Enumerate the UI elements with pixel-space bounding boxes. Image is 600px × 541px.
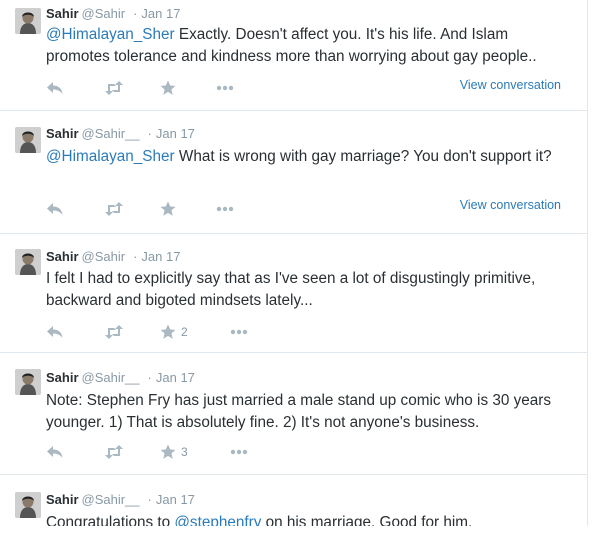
star-icon (160, 201, 176, 216)
tweet-actions: 3 (46, 442, 576, 462)
tweet-body-end: on his marriage. Good for him. (261, 514, 473, 526)
avatar-image (15, 127, 41, 153)
avatar[interactable] (15, 492, 41, 518)
favorite-button[interactable] (160, 199, 176, 219)
retweet-button[interactable] (104, 442, 124, 462)
avatar[interactable] (15, 249, 41, 275)
reply-button[interactable] (46, 322, 64, 342)
reply-icon (47, 82, 63, 94)
tweet-header: Sahir @Sahir__ · Jan 17 (46, 370, 195, 386)
tweet-body: Congratulations to (46, 514, 175, 526)
tweet-timestamp[interactable]: Jan 17 (156, 370, 195, 385)
retweet-icon (105, 202, 123, 216)
user-handle[interactable]: @Sahir__ (82, 126, 140, 141)
avatar-image (15, 369, 41, 395)
tweet-timestamp[interactable]: Jan 17 (156, 126, 195, 141)
tweet-text: Note: Stephen Fry has just married a mal… (46, 392, 552, 431)
tweet-timestamp[interactable]: Jan 17 (141, 249, 180, 264)
tweet-text: @Himalayan_Sher Exactly. Doesn't affect … (46, 24, 576, 68)
retweet-button[interactable] (104, 199, 124, 219)
mention-link[interactable]: @Himalayan_Sher (46, 26, 175, 43)
more-button[interactable] (216, 78, 234, 98)
separator: · (147, 126, 152, 141)
tweet-timeline: Sahir @Sahir · Jan 17 @Himalayan_Sher Exact… (0, 0, 588, 526)
reply-button[interactable] (46, 199, 64, 219)
tweet[interactable]: Sahir @Sahir__ · Jan 17 @Himalayan_Sher Wha… (0, 111, 587, 234)
separator: · (147, 492, 152, 507)
avatar[interactable] (15, 369, 41, 395)
separator: · (133, 6, 138, 21)
favorite-button[interactable] (160, 78, 176, 98)
star-icon (160, 80, 176, 95)
reply-icon (47, 326, 63, 338)
more-icon (230, 449, 248, 455)
tweet-actions: 2 (46, 322, 576, 342)
retweet-icon (105, 81, 123, 95)
user-handle[interactable]: @Sahir__ (82, 370, 140, 385)
star-icon (160, 444, 176, 459)
user-name[interactable]: Sahir (46, 492, 79, 507)
more-icon (216, 85, 234, 91)
favorite-count: 2 (181, 325, 188, 339)
user-name[interactable]: Sahir (46, 370, 79, 385)
separator: · (147, 370, 152, 385)
more-icon (216, 206, 234, 212)
user-handle[interactable]: @Sahir__ (82, 492, 140, 507)
tweet-text: I felt I had to explicitly say that as I… (46, 270, 536, 309)
reply-button[interactable] (46, 442, 64, 462)
retweet-icon (105, 325, 123, 339)
favorite-button[interactable]: 3 (160, 442, 188, 462)
tweet[interactable]: Sahir @Sahir__ · Jan 17 Congratulations to … (0, 475, 587, 526)
mention-link[interactable]: @stephenfry (174, 514, 261, 526)
user-name[interactable]: Sahir (46, 249, 79, 264)
tweet-header: Sahir @Sahir__ · Jan 17 (46, 126, 195, 142)
tweet-header: Sahir @Sahir__ · Jan 17 (46, 492, 195, 508)
tweet-actions: View conversation (46, 78, 576, 98)
reply-icon (47, 446, 63, 458)
tweet-header: Sahir @Sahir · Jan 17 (46, 6, 180, 22)
more-icon (230, 329, 248, 335)
tweet-body: What is wrong with gay marriage? You don… (174, 148, 552, 165)
tweet-header: Sahir @Sahir · Jan 17 (46, 249, 180, 265)
view-conversation-link[interactable]: View conversation (460, 197, 561, 213)
tweet[interactable]: Sahir @Sahir · Jan 17 I felt I had to expli… (0, 234, 587, 353)
user-name[interactable]: Sahir (46, 126, 79, 141)
avatar[interactable] (15, 127, 41, 153)
more-button[interactable] (230, 322, 248, 342)
mention-link[interactable]: @Himalayan_Sher (46, 148, 175, 165)
tweet[interactable]: Sahir @Sahir · Jan 17 @Himalayan_Sher Exact… (0, 0, 587, 111)
retweet-button[interactable] (104, 78, 124, 98)
user-handle[interactable]: @Sahir (82, 6, 126, 21)
tweet[interactable]: Sahir @Sahir__ · Jan 17 Note: Stephen Fry h… (0, 353, 587, 475)
favorite-button[interactable]: 2 (160, 322, 188, 342)
reply-button[interactable] (46, 78, 64, 98)
avatar[interactable] (15, 8, 41, 34)
tweet-text: Congratulations to @stephenfry on his ma… (46, 512, 576, 526)
view-conversation-link[interactable]: View conversation (460, 77, 561, 93)
retweet-icon (105, 445, 123, 459)
tweet-text: @Himalayan_Sher What is wrong with gay m… (46, 146, 576, 168)
tweet-timestamp[interactable]: Jan 17 (141, 6, 180, 21)
separator: · (133, 249, 138, 264)
avatar-image (15, 249, 41, 275)
retweet-button[interactable] (104, 322, 124, 342)
star-icon (160, 324, 176, 339)
reply-icon (47, 203, 63, 215)
avatar-image (15, 8, 41, 34)
user-handle[interactable]: @Sahir (82, 249, 126, 264)
tweet-timestamp[interactable]: Jan 17 (156, 492, 195, 507)
favorite-count: 3 (181, 445, 188, 459)
avatar-image (15, 492, 41, 518)
tweet-actions: View conversation (46, 197, 576, 219)
more-button[interactable] (216, 199, 234, 219)
user-name[interactable]: Sahir (46, 6, 79, 21)
more-button[interactable] (230, 442, 248, 462)
